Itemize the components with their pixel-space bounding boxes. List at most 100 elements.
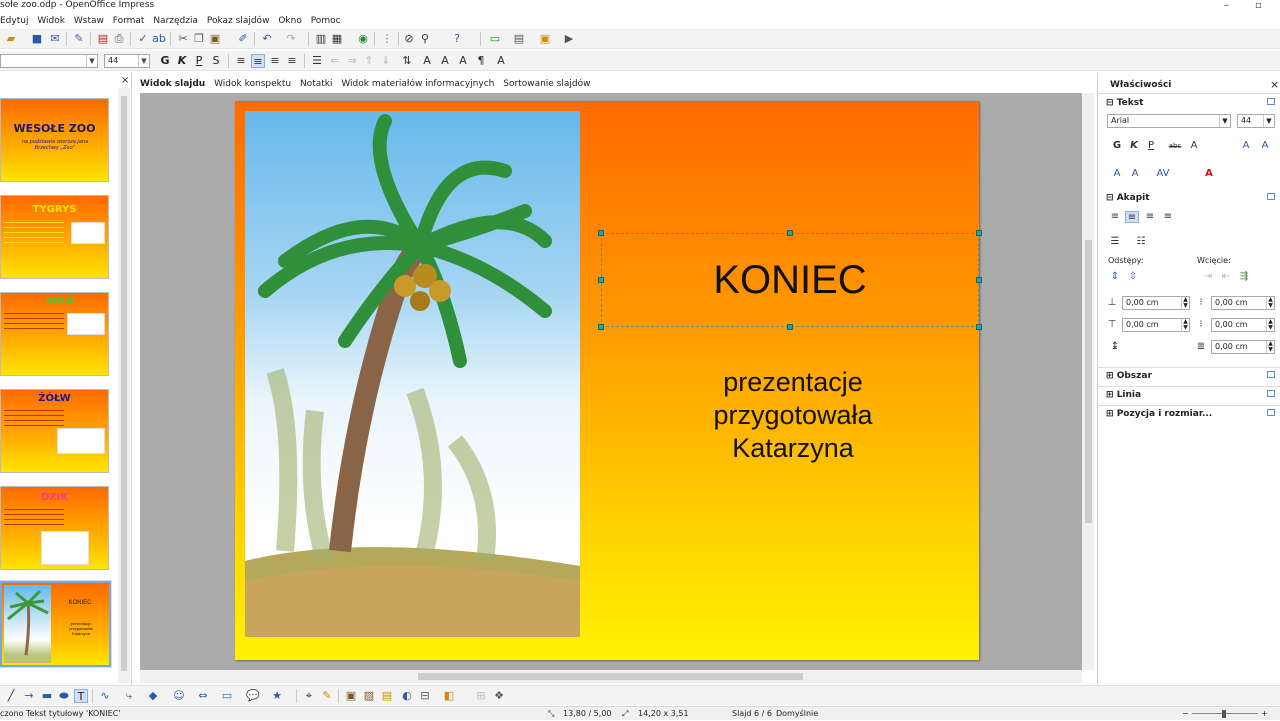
- line-spacing-icon[interactable]: ↨: [1108, 341, 1122, 353]
- menu-format[interactable]: Format: [113, 16, 145, 26]
- slide-thumb-6[interactable]: KONIEC prezentacje przygotowała Katarzyn…: [0, 580, 112, 668]
- canvas-horizontal-scrollbar[interactable]: [140, 670, 1082, 683]
- tab-handouts[interactable]: Widok materiałów informacyjnych: [341, 79, 494, 89]
- resize-handle[interactable]: [787, 230, 793, 236]
- connector-tool-icon[interactable]: ⤷: [122, 689, 136, 703]
- gallery-icon[interactable]: ▣: [344, 689, 358, 703]
- menu-help[interactable]: Pomoc: [311, 16, 341, 26]
- group-icon[interactable]: ⊞: [474, 689, 488, 703]
- paragraph-format-icon[interactable]: ¶: [474, 54, 488, 68]
- tab-outline[interactable]: Widok konspektu: [214, 79, 291, 89]
- shadow-icon[interactable]: A: [1187, 140, 1201, 152]
- line-tool-icon[interactable]: ╱: [4, 689, 18, 703]
- bold-icon[interactable]: G: [1110, 140, 1124, 152]
- bullets-icon[interactable]: ☰: [1108, 236, 1122, 248]
- font-shrink-icon[interactable]: A: [438, 54, 452, 68]
- canvas-vertical-scrollbar[interactable]: [1082, 93, 1094, 670]
- paste-icon[interactable]: ▣: [208, 32, 222, 46]
- fontwork-icon[interactable]: ▤: [380, 689, 394, 703]
- decrease-indent-icon[interactable]: ⇤: [1219, 271, 1233, 283]
- table-icon[interactable]: ▦: [330, 32, 344, 46]
- tab-slide-view[interactable]: Widok slajdu: [140, 79, 205, 89]
- chart-icon[interactable]: ▥: [314, 32, 328, 46]
- slide-thumb-1[interactable]: WESOŁE ZOO na podstawie wiersza Jana Brz…: [0, 98, 109, 182]
- char-format-icon[interactable]: A: [456, 54, 470, 68]
- bold-button[interactable]: G: [158, 54, 172, 68]
- grow-font-icon[interactable]: A: [1239, 140, 1253, 152]
- move-up-icon[interactable]: ⇑: [362, 54, 376, 68]
- italic-button[interactable]: K: [175, 54, 189, 68]
- tab-slide-sorter[interactable]: Sortowanie slajdów: [503, 79, 590, 89]
- resize-handle[interactable]: [976, 324, 982, 330]
- slide-thumb-3[interactable]: WILK: [0, 292, 109, 376]
- move-down-icon[interactable]: ⇓: [379, 54, 393, 68]
- extrusion-icon[interactable]: ◐: [400, 689, 414, 703]
- menu-tools[interactable]: Narzędzia: [153, 16, 198, 26]
- text-section-header[interactable]: ⊟ Tekst: [1106, 98, 1143, 108]
- indent-before-field[interactable]: 0,00 cm ▲ ▼: [1211, 296, 1275, 310]
- more-options-button[interactable]: [1267, 390, 1275, 397]
- more-options-button[interactable]: [1267, 98, 1275, 105]
- clone-format-icon[interactable]: ✐: [236, 32, 250, 46]
- first-line-indent-field[interactable]: 0,00 cm ▲ ▼: [1211, 340, 1275, 354]
- cut-icon[interactable]: ✂: [176, 32, 190, 46]
- flowchart-icon[interactable]: ▭: [220, 689, 234, 703]
- slide-thumb-4[interactable]: ŻÓŁW: [0, 389, 109, 473]
- edit-file-icon[interactable]: ✎: [72, 32, 86, 46]
- callouts-icon[interactable]: 💬: [246, 689, 260, 703]
- slideshow-icon[interactable]: ▶: [562, 32, 576, 46]
- autospell-icon[interactable]: ab: [152, 32, 166, 46]
- slide-layout-icon[interactable]: ▤: [512, 32, 526, 46]
- mail-icon[interactable]: ✉: [48, 32, 62, 46]
- block-arrows-icon[interactable]: ⇔: [196, 689, 210, 703]
- line-section-header[interactable]: ⊞ Linia: [1106, 390, 1141, 400]
- menu-insert[interactable]: Wstaw: [74, 16, 104, 26]
- strikethrough-icon[interactable]: abc: [1168, 140, 1182, 152]
- slide-thumb-5[interactable]: DZIK: [0, 486, 109, 570]
- slide-icon[interactable]: ▭: [488, 32, 502, 46]
- tab-notes[interactable]: Notatki: [300, 79, 333, 89]
- resize-handle[interactable]: [598, 324, 604, 330]
- text-direction-icon[interactable]: ⇅: [400, 54, 414, 68]
- zoom-out-button[interactable]: −: [1182, 707, 1189, 721]
- menu-window[interactable]: Okno: [278, 16, 302, 26]
- underline-icon[interactable]: P: [1144, 140, 1158, 152]
- slide-subtitle[interactable]: prezentacje przygotowała Katarzyna: [640, 366, 946, 465]
- more-options-button[interactable]: [1267, 409, 1275, 416]
- pdf-icon[interactable]: ▤: [96, 32, 110, 46]
- demote-icon[interactable]: ⇒: [345, 54, 359, 68]
- decrease-spacing-icon[interactable]: ⇳: [1126, 271, 1140, 283]
- promote-icon[interactable]: ⇐: [328, 54, 342, 68]
- text-tool-icon[interactable]: T: [74, 689, 88, 703]
- copy-icon[interactable]: ❐: [192, 32, 206, 46]
- bullets-icon[interactable]: ☰: [310, 54, 324, 68]
- font-grow-icon[interactable]: A: [420, 54, 434, 68]
- menu-view[interactable]: Widok: [37, 16, 65, 26]
- menu-edit[interactable]: Edytuj: [0, 16, 28, 26]
- symbol-shapes-icon[interactable]: ☺: [172, 689, 186, 703]
- basic-shapes-icon[interactable]: ◆: [146, 689, 160, 703]
- menu-slideshow[interactable]: Pokaz slajdów: [207, 16, 270, 26]
- hanging-indent-icon[interactable]: ⇶: [1237, 271, 1251, 283]
- justify-icon[interactable]: ≡: [285, 54, 299, 68]
- redo-icon[interactable]: ↷: [284, 32, 298, 46]
- slide-thumb-2[interactable]: TYGRYS: [0, 195, 109, 279]
- resize-handle[interactable]: [787, 324, 793, 330]
- glue-points-icon[interactable]: ✎: [320, 689, 334, 703]
- from-file-icon[interactable]: ▨: [362, 689, 376, 703]
- justify-icon[interactable]: ≡: [1161, 211, 1175, 223]
- points-icon[interactable]: ⌖: [302, 689, 316, 703]
- font-color-icon[interactable]: A: [1202, 168, 1216, 180]
- rectangle-tool-icon[interactable]: ▬: [40, 689, 54, 703]
- arrow-tool-icon[interactable]: →: [22, 689, 36, 703]
- char-spacing-icon[interactable]: AV: [1156, 168, 1170, 180]
- draw-functions-icon[interactable]: ⊘: [402, 32, 416, 46]
- paragraph-section-header[interactable]: ⊟ Akapit: [1106, 193, 1150, 203]
- shadow-button[interactable]: S: [209, 54, 223, 68]
- minimize-button[interactable]: –: [1224, 0, 1229, 11]
- sidebar-close-button[interactable]: ×: [1270, 78, 1279, 91]
- navigator-icon[interactable]: ◉: [356, 32, 370, 46]
- spacing-above-field[interactable]: 0,00 cm ▲ ▼: [1122, 296, 1190, 310]
- palm-tree-image[interactable]: [245, 111, 580, 637]
- align-center-icon[interactable]: ≡: [1125, 211, 1139, 223]
